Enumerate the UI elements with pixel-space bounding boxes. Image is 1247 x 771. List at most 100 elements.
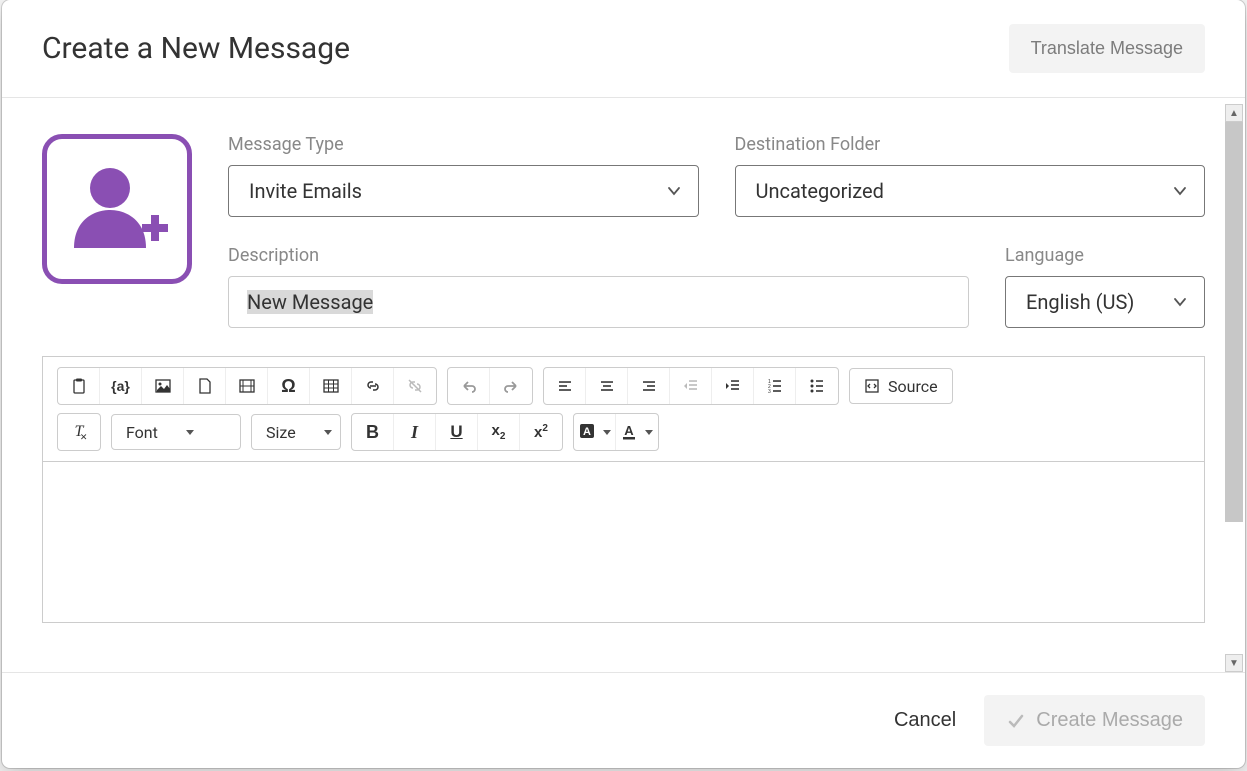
- unlink-icon: [406, 377, 424, 395]
- superscript-icon: x2: [534, 423, 548, 441]
- unordered-list-button[interactable]: [796, 368, 838, 404]
- source-label: Source: [888, 377, 938, 396]
- align-right-icon: [640, 377, 658, 395]
- image-button[interactable]: [142, 368, 184, 404]
- italic-button[interactable]: I: [394, 414, 436, 450]
- destination-folder-value: Uncategorized: [756, 179, 884, 203]
- text-color-button[interactable]: A: [616, 414, 658, 450]
- align-left-button[interactable]: [544, 368, 586, 404]
- form-top: Message Type Invite Emails Destination F…: [42, 134, 1205, 328]
- page-button[interactable]: [184, 368, 226, 404]
- scroll-up-button[interactable]: ▲: [1225, 104, 1243, 122]
- bold-button[interactable]: B: [352, 414, 394, 450]
- caret-down-icon: [645, 430, 653, 435]
- chevron-down-icon: [1172, 294, 1188, 310]
- create-message-modal: Create a New Message Translate Message M…: [2, 0, 1245, 768]
- chevron-up-icon: ▲: [1229, 108, 1239, 119]
- create-message-button[interactable]: Create Message: [984, 695, 1205, 746]
- toolbar-group-clear: T✕: [57, 413, 101, 451]
- svg-text:3: 3: [768, 389, 771, 395]
- redo-icon: [502, 377, 520, 395]
- editor-toolbar: {a} Ω: [43, 357, 1204, 462]
- cancel-button[interactable]: Cancel: [894, 709, 956, 732]
- chevron-down-icon: ▼: [1229, 658, 1239, 669]
- rich-text-editor: {a} Ω: [42, 356, 1205, 623]
- link-button[interactable]: [352, 368, 394, 404]
- modal-header: Create a New Message Translate Message: [2, 0, 1245, 98]
- undo-button[interactable]: [448, 368, 490, 404]
- italic-icon: I: [411, 422, 418, 443]
- fields-grid: Message Type Invite Emails Destination F…: [228, 134, 1205, 328]
- toolbar-group-align: 123: [543, 367, 839, 405]
- toolbar-row-2: T✕ Font Size B I U x2: [57, 413, 1190, 451]
- underline-icon: U: [450, 422, 462, 442]
- subscript-button[interactable]: x2: [478, 414, 520, 450]
- bold-icon: B: [366, 422, 379, 443]
- placeholder-button[interactable]: {a}: [100, 368, 142, 404]
- paste-button[interactable]: [58, 368, 100, 404]
- modal-title: Create a New Message: [42, 31, 350, 66]
- indent-button[interactable]: [712, 368, 754, 404]
- special-char-button[interactable]: Ω: [268, 368, 310, 404]
- underline-button[interactable]: U: [436, 414, 478, 450]
- description-value: New Message: [247, 290, 373, 314]
- redo-button[interactable]: [490, 368, 532, 404]
- toolbar-group-style: B I U x2 x2: [351, 413, 563, 451]
- superscript-button[interactable]: x2: [520, 414, 562, 450]
- caret-down-icon: [603, 430, 611, 435]
- clear-format-button[interactable]: T✕: [58, 414, 100, 450]
- table-icon: [322, 377, 340, 395]
- language-select[interactable]: English (US): [1005, 276, 1205, 328]
- chevron-down-icon: [1172, 183, 1188, 199]
- font-select[interactable]: Font: [111, 414, 241, 450]
- clear-format-icon: T✕: [75, 423, 84, 441]
- caret-down-icon: [324, 430, 332, 435]
- unlink-button[interactable]: [394, 368, 436, 404]
- description-field: Description New Message: [228, 245, 969, 328]
- modal-footer: Cancel Create Message: [2, 672, 1245, 768]
- check-icon: [1006, 711, 1026, 731]
- translate-message-button[interactable]: Translate Message: [1009, 24, 1205, 73]
- film-icon: [238, 377, 256, 395]
- toolbar-group-insert: {a} Ω: [57, 367, 437, 405]
- description-input[interactable]: New Message: [228, 276, 969, 328]
- toolbar-group-history: [447, 367, 533, 405]
- toolbar-row-1: {a} Ω: [57, 367, 1190, 405]
- modal-body: Message Type Invite Emails Destination F…: [2, 98, 1245, 672]
- destination-folder-label: Destination Folder: [735, 134, 1206, 155]
- source-button[interactable]: Source: [849, 368, 953, 404]
- svg-text:A: A: [624, 423, 634, 438]
- size-select[interactable]: Size: [251, 414, 341, 450]
- ordered-list-button[interactable]: 123: [754, 368, 796, 404]
- unordered-list-icon: [808, 377, 826, 395]
- background-color-button[interactable]: A: [574, 414, 616, 450]
- text-color-icon: A: [621, 423, 641, 441]
- source-icon: [864, 378, 880, 394]
- create-message-label: Create Message: [1036, 709, 1183, 732]
- destination-folder-field: Destination Folder Uncategorized: [735, 134, 1206, 217]
- message-type-field: Message Type Invite Emails: [228, 134, 699, 217]
- scroll-down-button[interactable]: ▼: [1225, 654, 1243, 672]
- bg-color-icon: A: [579, 423, 599, 441]
- editor-content-area[interactable]: [43, 462, 1204, 622]
- align-right-button[interactable]: [628, 368, 670, 404]
- message-type-select[interactable]: Invite Emails: [228, 165, 699, 217]
- omega-icon: Ω: [281, 376, 295, 397]
- message-type-preview: [42, 134, 192, 284]
- outdent-button[interactable]: [670, 368, 712, 404]
- add-user-icon: [62, 154, 172, 264]
- description-label: Description: [228, 245, 969, 266]
- align-center-button[interactable]: [586, 368, 628, 404]
- image-icon: [154, 377, 172, 395]
- chevron-down-icon: [666, 183, 682, 199]
- description-language-row: Description New Message Language English…: [228, 245, 1205, 328]
- indent-icon: [724, 377, 742, 395]
- video-button[interactable]: [226, 368, 268, 404]
- language-value: English (US): [1026, 290, 1134, 314]
- font-select-label: Font: [126, 423, 158, 442]
- align-center-icon: [598, 377, 616, 395]
- destination-folder-select[interactable]: Uncategorized: [735, 165, 1206, 217]
- scrollbar-thumb[interactable]: [1225, 122, 1243, 522]
- toolbar-group-color: A A: [573, 413, 659, 451]
- table-button[interactable]: [310, 368, 352, 404]
